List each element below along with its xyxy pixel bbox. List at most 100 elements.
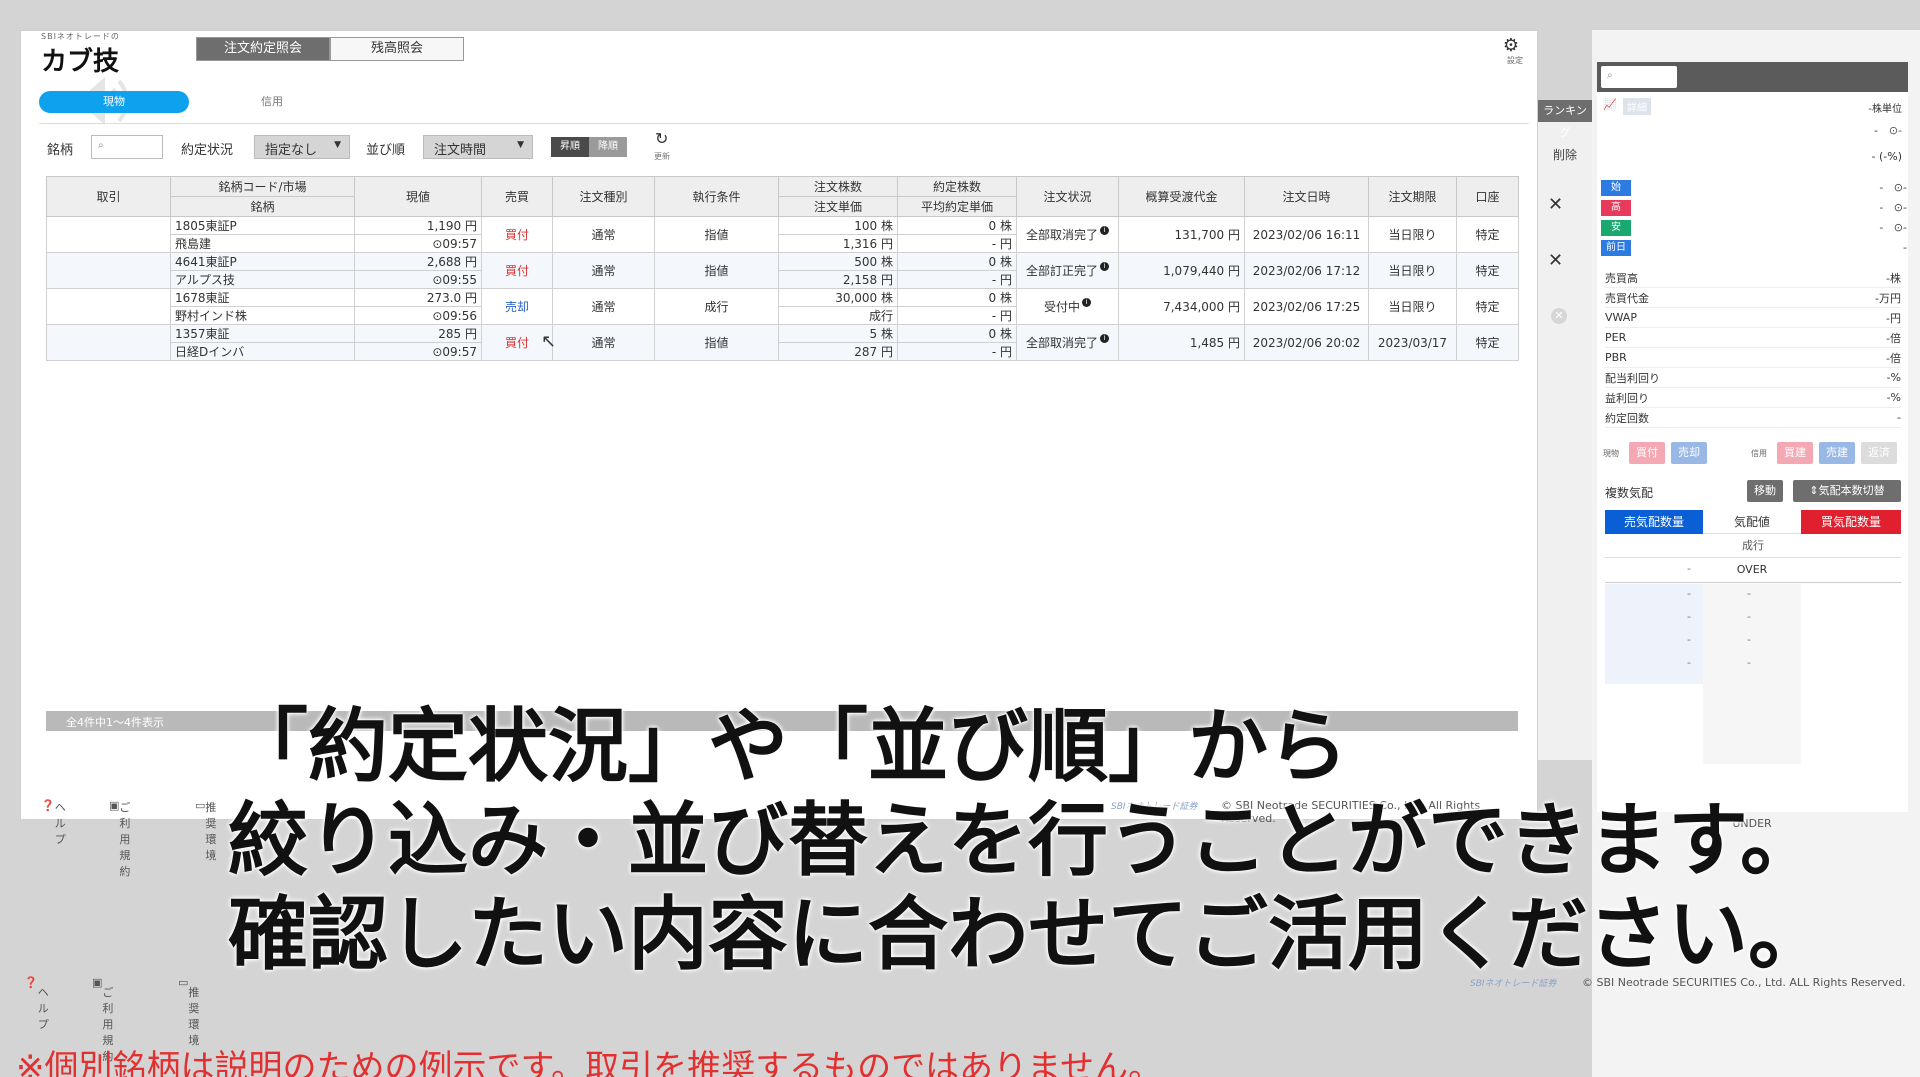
symbol-name[interactable]: 野村インド株 xyxy=(170,306,355,325)
fill-qty: 0 株 xyxy=(897,288,1017,307)
header-avg-price: 平均約定単価 xyxy=(897,196,1017,217)
tab-balance-inquiry[interactable]: 残高照会 xyxy=(330,37,464,61)
info-icon[interactable]: i xyxy=(1100,334,1109,343)
order-status[interactable]: 全部訂正完了 i xyxy=(1016,252,1119,289)
symbol-code[interactable]: 1357東証 xyxy=(170,324,355,343)
amount: 131,700 円 xyxy=(1118,216,1245,253)
symbol-name[interactable]: 飛島建 xyxy=(170,234,355,253)
close-icon[interactable]: ✕ xyxy=(1548,250,1563,271)
table-row[interactable]: 1357東証 285 円買付 通常 指値 5 株0 株全部取消完了 i 1,485 円 202… xyxy=(46,324,1519,361)
subtab-margin[interactable]: 信用 xyxy=(261,93,283,109)
caption-line-1: 「約定状況」や「並び順」から xyxy=(228,700,1348,793)
sort-label: 並び順 xyxy=(366,143,406,158)
prev-value: - xyxy=(1903,241,1907,254)
order-status[interactable]: 全部取消完了 i xyxy=(1016,216,1119,253)
info-icon[interactable]: i xyxy=(1100,262,1109,271)
header-order-type: 注文種別 xyxy=(552,176,655,217)
clock-icon: ⊙- xyxy=(1888,124,1902,137)
exec-condition: 指値 xyxy=(654,324,779,361)
header-side: 売買 xyxy=(481,176,553,217)
exec-condition: 指値 xyxy=(654,252,779,289)
ranking-tab[interactable]: ランキング xyxy=(1538,100,1592,139)
symbol-name[interactable]: アルプス技 xyxy=(170,270,355,289)
env-link[interactable]: ▭ 推奨環境 xyxy=(178,976,199,1047)
move-button[interactable]: 移動 xyxy=(1747,480,1783,502)
account-type: 特定 xyxy=(1456,288,1519,325)
divider xyxy=(1605,582,1901,583)
margin-buy-button[interactable]: 買建 xyxy=(1777,442,1813,464)
order-type: 通常 xyxy=(552,288,655,325)
chart-icon[interactable]: 📈 xyxy=(1603,98,1617,111)
header-expiry: 注文期限 xyxy=(1368,176,1457,217)
tab-order-inquiry[interactable]: 注文約定照会 xyxy=(196,37,330,61)
stat-turnover: 売買代金 -万円 xyxy=(1605,288,1901,308)
subtab-spot[interactable]: 現物 xyxy=(39,91,189,113)
divider xyxy=(39,123,1529,124)
table-row[interactable]: 1678東証 273.0 円売却 通常 成行 30,000 株0 株受付中 i 7,434,… xyxy=(46,288,1519,325)
order-type: 通常 xyxy=(552,324,655,361)
help-link[interactable]: ❓ ヘルプ xyxy=(24,976,49,1031)
close-position-button[interactable]: 返済 xyxy=(1861,442,1897,464)
order-status[interactable]: 全部取消完了 i xyxy=(1016,324,1119,361)
current-price: 285 円 xyxy=(354,324,482,343)
spot-sell-button[interactable]: 売却 xyxy=(1671,442,1707,464)
amount: 7,434,000 円 xyxy=(1118,288,1245,325)
symbol-code[interactable]: 1678東証 xyxy=(170,288,355,307)
stat-volume: 売買高 -株 xyxy=(1605,268,1901,288)
stat-dividend: 配当利回り -% xyxy=(1605,368,1901,388)
over-label: OVER xyxy=(1736,563,1768,576)
symbol-code[interactable]: 4641東証P xyxy=(170,252,355,271)
close-icon[interactable]: ✕ xyxy=(1548,194,1563,215)
info-icon[interactable]: i xyxy=(1100,226,1109,235)
stat-vwap: VWAP -円 xyxy=(1605,308,1901,328)
header-unit-price: 注文単価 xyxy=(778,196,898,217)
sort-descending-button[interactable]: 降順 xyxy=(589,137,627,157)
symbol-code[interactable]: 1805東証P xyxy=(170,216,355,235)
header-order-date: 注文日時 xyxy=(1244,176,1369,217)
table-row[interactable]: 4641東証P 2,688 円買付 通常 指値 500 株0 株全部訂正完了 i 1,079… xyxy=(46,252,1519,289)
margin-sell-button[interactable]: 売建 xyxy=(1819,442,1855,464)
symbol-name[interactable]: 日経Dインバ xyxy=(170,342,355,361)
order-qty: 100 株 xyxy=(778,216,898,235)
sort-select[interactable]: 注文時間 ▼ xyxy=(423,135,533,159)
env-link[interactable]: ▭ 推奨環境 xyxy=(195,799,216,862)
margin-label: 信用 xyxy=(1751,449,1767,458)
gear-icon[interactable]: ⚙ xyxy=(1503,35,1519,56)
stat-trades: 約定回数 - xyxy=(1605,408,1901,428)
high-chip: 高 xyxy=(1601,200,1631,216)
header-amount: 概算受渡代金 xyxy=(1118,176,1245,217)
trade-cell xyxy=(46,216,171,253)
caption-line-2: 絞り込み・並び替えを行うことができます。 xyxy=(228,794,1820,887)
fill-qty: 0 株 xyxy=(897,324,1017,343)
order-unit-price: 成行 xyxy=(778,306,898,325)
info-icon[interactable]: i xyxy=(1082,298,1091,307)
quote-panel-header: ⌕ xyxy=(1597,62,1908,92)
order-qty: 30,000 株 xyxy=(778,288,898,307)
fill-qty: 0 株 xyxy=(897,216,1017,235)
quote-search-input[interactable]: ⌕ xyxy=(1601,66,1677,88)
order-date: 2023/02/06 17:12 xyxy=(1244,252,1369,289)
mouse-cursor-icon: ↖ xyxy=(541,331,557,352)
spot-buy-button[interactable]: 買付 xyxy=(1629,442,1665,464)
help-link[interactable]: ❓ ヘルプ xyxy=(41,799,66,846)
current-price: 2,688 円 xyxy=(354,252,482,271)
order-type: 通常 xyxy=(552,252,655,289)
status-select[interactable]: 指定なし ▼ xyxy=(254,135,350,159)
terms-link[interactable]: ▣ ご利用規約 xyxy=(109,799,130,878)
sort-ascending-button[interactable]: 昇順 xyxy=(551,137,589,157)
current-price: 1,190 円 xyxy=(354,216,482,235)
switch-quote-count-button[interactable]: ⇕気配本数切替 xyxy=(1793,480,1901,502)
symbol-search-input[interactable]: ⌕ xyxy=(91,135,163,159)
terms-link[interactable]: ▣ ご利用規約 xyxy=(92,976,113,1063)
order-qty: 500 株 xyxy=(778,252,898,271)
stat-pbr: PBR -倍 xyxy=(1605,348,1901,368)
detail-button[interactable]: 詳細 xyxy=(1623,98,1651,115)
delete-label: 削除 xyxy=(1552,148,1577,162)
table-row[interactable]: 1805東証P 1,190 円買付 通常 指値 100 株0 株全部取消完了 i 131,7… xyxy=(46,216,1519,253)
order-status[interactable]: 受付中 i xyxy=(1016,288,1119,325)
avg-fill-price: - 円 xyxy=(897,342,1017,361)
ask-qty-header: 売気配数量 xyxy=(1605,510,1703,534)
unit-label: -株単位 xyxy=(1868,104,1902,115)
refresh-icon[interactable]: ↻ xyxy=(655,129,668,148)
close-icon-disabled: ✕ xyxy=(1551,308,1567,324)
